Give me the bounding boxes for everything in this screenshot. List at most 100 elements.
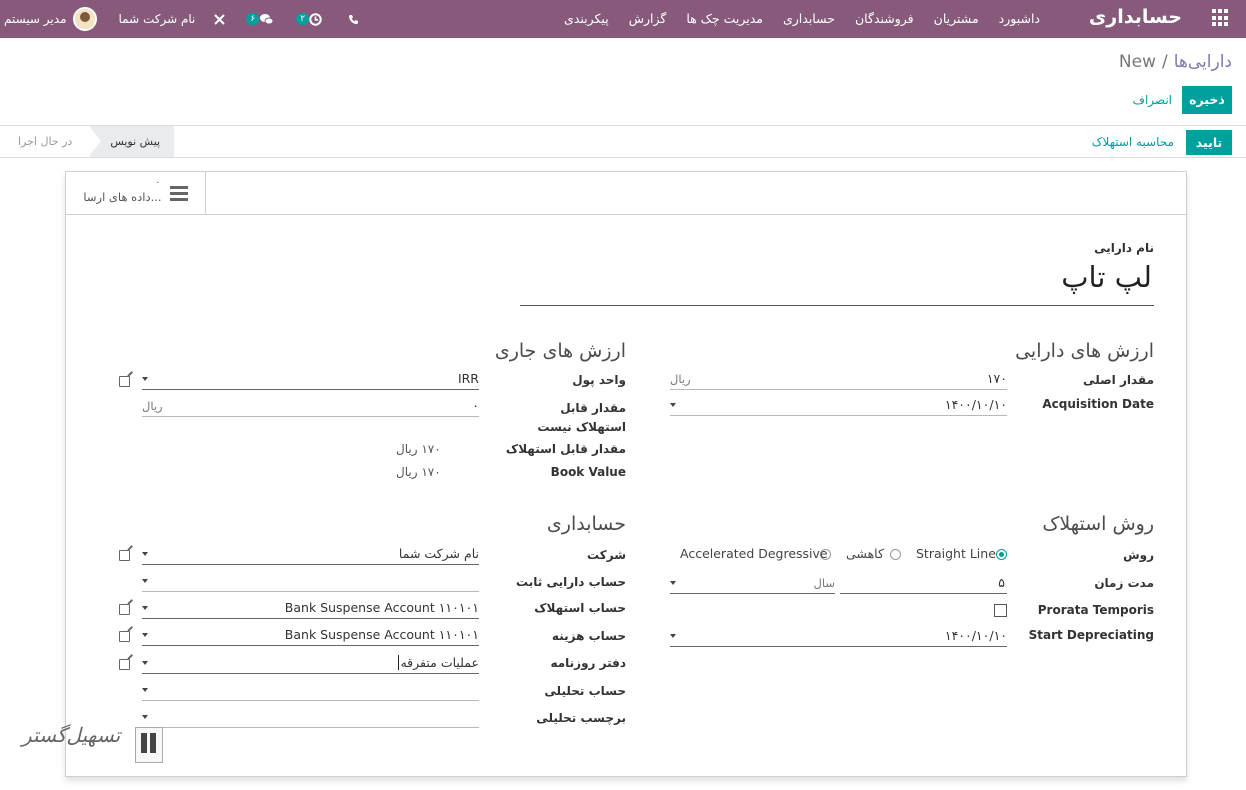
activities-count-badge: ۲	[296, 13, 310, 25]
breadcrumb-parent[interactable]: دارایی‌ها	[1174, 52, 1232, 72]
depreciation-account-field[interactable]: Bank Suspense Account ۱۱۰۱۰۱	[142, 597, 479, 619]
apps-menu-icon[interactable]	[1210, 9, 1228, 27]
depreciation-account-value: Bank Suspense Account ۱۱۰۱۰۱	[284, 600, 479, 615]
menu-item-dashboard[interactable]: داشبورد	[999, 11, 1040, 26]
divider	[0, 125, 1246, 126]
fixed-asset-account-label: حساب دارایی ثابت	[516, 575, 626, 589]
analytic-tags-label: برچسب تحلیلی	[536, 711, 626, 725]
menu-item-cheque-management[interactable]: مدیریت چک ها	[686, 11, 763, 26]
analytic-account-field[interactable]	[142, 679, 479, 701]
sent-data-label: داده های ارسا...	[83, 189, 162, 204]
duration-unit: سال	[813, 576, 836, 590]
caret-down-icon	[142, 688, 148, 692]
menu-item-accounting[interactable]: حسابداری	[783, 11, 835, 26]
caret-down-icon	[142, 633, 148, 637]
form-sheet: ۰ داده های ارسا... نام دارایی لپ تاپ ارزش…	[65, 171, 1187, 777]
start-depreciating-label: Start Depreciating	[1028, 628, 1154, 642]
currency-value: IRR	[457, 371, 479, 386]
expense-account-field[interactable]: Bank Suspense Account ۱۱۰۱۰۱	[142, 624, 479, 646]
systray: مدیر سیستم نام شرکت شما ۶ ۲	[0, 0, 359, 38]
status-draft[interactable]: پیش نویس	[89, 126, 175, 157]
company-label: شرکت	[587, 548, 626, 562]
menu-item-configuration[interactable]: پیکربندی	[564, 11, 609, 26]
external-link-icon[interactable]	[119, 550, 130, 561]
original-value-field[interactable]: ۱۷۰ ریال	[670, 368, 1007, 390]
caret-down-icon	[142, 377, 148, 381]
accounting-title: حسابداری	[546, 513, 626, 535]
duration-label: مدت زمان	[1094, 576, 1154, 590]
acquisition-date-field[interactable]: ۱۴۰۰/۱۰/۱۰	[670, 394, 1007, 416]
status-running[interactable]: در حال اجرا	[0, 126, 91, 157]
journal-field[interactable]: عملیات متفرقه	[142, 652, 479, 674]
depreciation-method-title: روش استهلاک	[1042, 513, 1154, 535]
external-link-icon[interactable]	[119, 631, 130, 642]
confirm-button[interactable]: تایید	[1186, 130, 1232, 155]
company-field[interactable]: نام شرکت شما	[142, 543, 479, 565]
external-link-icon[interactable]	[119, 659, 130, 670]
caret-down-icon	[670, 581, 676, 585]
asset-name-field[interactable]: لپ تاپ	[520, 258, 1154, 306]
breadcrumb-separator: /	[1161, 52, 1168, 72]
radio-degressive[interactable]	[890, 549, 901, 560]
duration-field[interactable]: ۵	[840, 572, 1007, 594]
breadcrumb: دارایی‌ها /New	[1119, 52, 1232, 72]
menu-item-vendors[interactable]: فروشندگان	[855, 11, 914, 26]
main-menu: داشبورد مشتریان فروشندگان حسابداری مدیری…	[564, 11, 1040, 26]
start-depreciating-field[interactable]: ۱۴۰۰/۱۰/۱۰	[670, 625, 1007, 647]
app-title[interactable]: حسابداری	[1089, 6, 1182, 28]
radio-straight-line[interactable]	[996, 549, 1007, 560]
asset-name-label: نام دارایی	[1094, 241, 1154, 255]
company-switcher[interactable]: نام شرکت شما	[119, 12, 196, 26]
method-radio-group: Straight Line کاهشی Accelerated Degressi…	[670, 542, 1007, 564]
method-label: روش	[1123, 548, 1154, 562]
external-link-icon[interactable]	[119, 604, 130, 615]
caret-down-icon	[670, 634, 676, 638]
menu-item-reporting[interactable]: گزارش	[629, 11, 667, 26]
depreciable-label: مقدار قابل استهلاک	[505, 442, 626, 456]
original-value-label: مقدار اصلی	[1083, 373, 1154, 387]
prorata-checkbox[interactable]	[994, 604, 1007, 617]
original-value: ۱۷۰	[986, 371, 1007, 386]
asset-values-title: ارزش های دارایی	[1015, 340, 1154, 362]
divider	[0, 157, 1246, 158]
analytic-account-label: حساب تحلیلی	[544, 684, 626, 698]
external-link-icon[interactable]	[119, 376, 130, 387]
non-depreciable-field[interactable]: ۰ ریال	[142, 395, 479, 417]
prorata-label: Prorata Temporis	[1037, 603, 1154, 617]
breadcrumb-current: New	[1118, 52, 1156, 72]
list-icon	[169, 186, 188, 201]
method-option-accelerated-degressive: Accelerated Degressive	[680, 546, 828, 561]
duration-unit-select[interactable]: سال	[670, 572, 835, 594]
debug-icon[interactable]	[213, 13, 226, 26]
top-navbar: حسابداری داشبورد مشتریان فروشندگان حسابد…	[0, 0, 1246, 38]
save-button[interactable]: ذخیره	[1182, 86, 1232, 114]
book-value: ۱۷۰ ریال	[396, 465, 441, 479]
sent-data-count: ۰	[155, 177, 161, 188]
fixed-asset-account-field[interactable]	[142, 570, 479, 592]
discard-button[interactable]: انصراف	[1133, 93, 1172, 107]
expense-account-value: Bank Suspense Account ۱۱۰۱۰۱	[284, 627, 479, 642]
currency-field[interactable]: IRR	[142, 368, 479, 390]
sent-data-smart-button[interactable]: ۰ داده های ارسا...	[66, 172, 206, 215]
user-menu[interactable]: مدیر سیستم	[4, 7, 97, 31]
method-option-degressive: کاهشی	[846, 546, 884, 561]
expense-account-label: حساب هزینه	[551, 629, 626, 643]
caret-down-icon	[670, 403, 676, 407]
acquisition-date-label: Acquisition Date	[1042, 397, 1154, 411]
watermark-logo	[135, 727, 163, 763]
acquisition-date: ۱۴۰۰/۱۰/۱۰	[944, 397, 1007, 412]
non-depreciable-label: مقدار قابل استهلاک نیست	[537, 401, 626, 434]
user-name: مدیر سیستم	[4, 12, 67, 26]
analytic-tags-field[interactable]	[142, 706, 479, 728]
original-value-unit: ریال	[670, 372, 691, 386]
caret-down-icon	[142, 715, 148, 719]
menu-item-customers[interactable]: مشتریان	[934, 11, 979, 26]
compute-depreciation-button[interactable]: محاسبه استهلاک	[1092, 135, 1174, 149]
asset-name-value: لپ تاپ	[1061, 260, 1152, 294]
depreciable-value: ۱۷۰ ریال	[396, 442, 441, 456]
watermark-text: تسهیل‌گستر	[22, 723, 121, 747]
messages-icon[interactable]: ۶	[246, 13, 274, 26]
phone-icon[interactable]	[348, 14, 359, 25]
method-option-straight-line: Straight Line	[916, 546, 996, 561]
activities-icon[interactable]: ۲	[296, 12, 322, 26]
